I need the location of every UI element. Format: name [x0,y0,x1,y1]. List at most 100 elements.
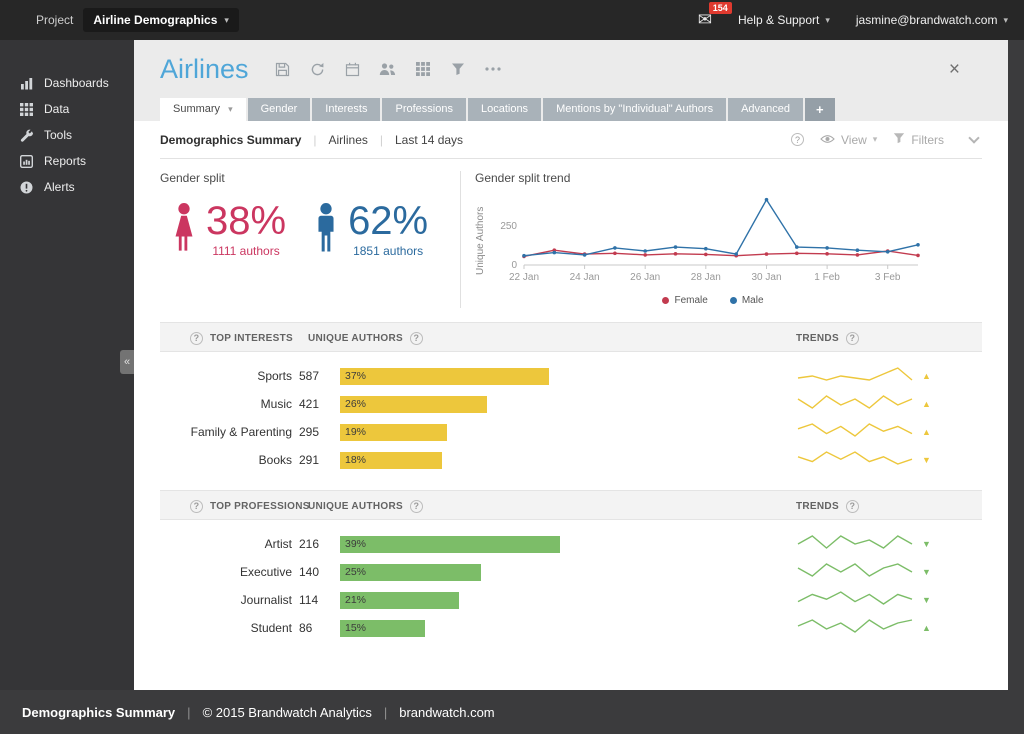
footer-copyright: © 2015 Brandwatch Analytics [203,705,372,720]
tab-interests[interactable]: Interests [312,98,380,121]
reports-icon [20,155,35,168]
gender-trend-block: Gender split trend Unique Authors 025022… [461,171,982,322]
svg-text:1 Feb: 1 Feb [814,272,840,283]
chevron-down-icon: ▾ [224,15,229,26]
male-percentage: 62% [348,201,428,241]
breadcrumb-item[interactable]: Last 14 days [395,133,463,147]
sidebar-item-label: Data [44,102,69,116]
trend-sparkline [796,617,914,640]
dashboard-header: Airlines × Summary▾GenderInterestsProfes… [134,40,1008,121]
help-circle-icon[interactable]: ? [791,133,804,146]
save-icon[interactable] [273,59,293,79]
tab-mentions-by-individual-authors[interactable]: Mentions by "Individual" Authors [543,98,726,121]
project-label: Project [36,13,73,27]
account-menu[interactable]: jasmine@brandwatch.com ▾ [856,13,1008,27]
unique-authors-header: UNIQUE AUTHORS [308,501,403,512]
unique-authors-value: 216 [299,537,333,551]
svg-text:22 Jan: 22 Jan [509,272,539,283]
trend-up-icon: ▲ [922,623,931,633]
breadcrumb: Demographics Summary|Airlines|Last 14 da… [160,133,463,147]
help-circle-icon[interactable]: ? [846,332,859,345]
trend-sparkline [796,589,914,612]
percentage-label: 19% [340,426,366,438]
unique-authors-value: 114 [299,593,333,607]
unique-authors-value: 421 [299,397,333,411]
row-label: Family & Parenting [160,425,292,439]
more-icon[interactable] [483,59,503,79]
sidebar-item-tools[interactable]: Tools [0,122,134,148]
tab-gender[interactable]: Gender [248,98,311,121]
users-icon[interactable] [378,59,398,79]
svg-text:26 Jan: 26 Jan [630,272,660,283]
project-selector[interactable]: Airline Demographics ▾ [83,8,239,32]
help-circle-icon[interactable]: ? [410,332,423,345]
collapse-chevron-icon[interactable] [968,132,979,143]
interests-table-title: TOP INTERESTS [210,333,293,344]
sidebar: Dashboards Data Tools ReportsAlerts [0,40,134,690]
filters-label: Filters [911,133,944,147]
row-label: Journalist [160,593,292,607]
topbar-right: ✉ 154 Help & Support ▾ jasmine@brandwatc… [698,10,1008,30]
table-row: Student8615%▲ [160,614,982,642]
gender-trend-chart: 025022 Jan24 Jan26 Jan28 Jan30 Jan1 Feb3… [486,187,926,292]
panel-controls: ? View ▾ Filters [791,132,982,147]
refresh-icon[interactable] [308,59,328,79]
filters-button[interactable]: Filters [893,132,944,147]
male-authors: 1851 authors [348,244,428,258]
close-icon[interactable]: × [949,60,960,79]
table-row: Music42126%▲ [160,390,982,418]
percentage-bar: 15% [340,620,425,637]
help-circle-icon[interactable]: ? [190,500,203,513]
calendar-icon[interactable] [343,59,363,79]
tab-advanced[interactable]: Advanced [728,98,803,121]
gender-split-title: Gender split [160,171,460,185]
row-label: Artist [160,537,292,551]
trend-sparkline [796,393,914,416]
svg-text:24 Jan: 24 Jan [570,272,600,283]
tab-professions[interactable]: Professions [382,98,465,121]
female-percentage: 38% [206,201,286,241]
sidebar-item-reports[interactable]: Reports [0,148,134,174]
alerts-icon [20,181,35,194]
view-dropdown[interactable]: View ▾ [820,133,877,147]
female-stat: 38% 1111 authors [168,201,286,260]
legend-female: Female [662,295,707,306]
tab-add[interactable]: + [805,98,835,121]
male-stat: 62% 1851 authors [310,201,428,260]
breadcrumb-item[interactable]: Airlines [329,133,368,147]
help-circle-icon[interactable]: ? [846,500,859,513]
help-circle-icon[interactable]: ? [190,332,203,345]
footer-site: brandwatch.com [399,705,494,720]
grid-icon[interactable] [413,59,433,79]
sidebar-item-label: Tools [44,128,72,142]
chevron-down-icon: ▾ [228,98,233,121]
table-row: Executive14025%▼ [160,558,982,586]
tab-summary[interactable]: Summary▾ [160,98,246,121]
sidebar-item-alerts[interactable]: Alerts [0,174,134,200]
trend-up-icon: ▲ [922,427,931,437]
account-email: jasmine@brandwatch.com [856,13,998,27]
percentage-bar: 39% [340,536,560,553]
legend-male: Male [730,295,764,306]
tab-locations[interactable]: Locations [468,98,541,121]
help-circle-icon[interactable]: ? [410,500,423,513]
sidebar-item-data[interactable]: Data [0,96,134,122]
percentage-bar: 26% [340,396,487,413]
unique-authors-value: 140 [299,565,333,579]
trend-down-icon: ▼ [922,567,931,577]
trend-down-icon: ▼ [922,595,931,605]
sidebar-collapse-handle[interactable]: « [120,350,134,374]
unique-authors-value: 291 [299,453,333,467]
professions-table-title: TOP PROFESSIONS [210,501,310,512]
table-row: Family & Parenting29519%▲ [160,418,982,446]
help-support-label: Help & Support [738,13,819,27]
percentage-label: 37% [340,370,366,382]
help-support-menu[interactable]: Help & Support ▾ [738,13,830,27]
filter-icon[interactable] [448,59,468,79]
trend-sparkline [796,365,914,388]
sidebar-item-dashboards[interactable]: Dashboards [0,70,134,96]
sidebar-item-label: Dashboards [44,76,109,90]
notifications-button[interactable]: ✉ 154 [698,10,712,30]
gender-section: Gender split 38% 1111 authors [160,159,982,322]
table-header: ? TOP INTERESTS UNIQUE AUTHORS ? TRENDS … [160,322,982,352]
